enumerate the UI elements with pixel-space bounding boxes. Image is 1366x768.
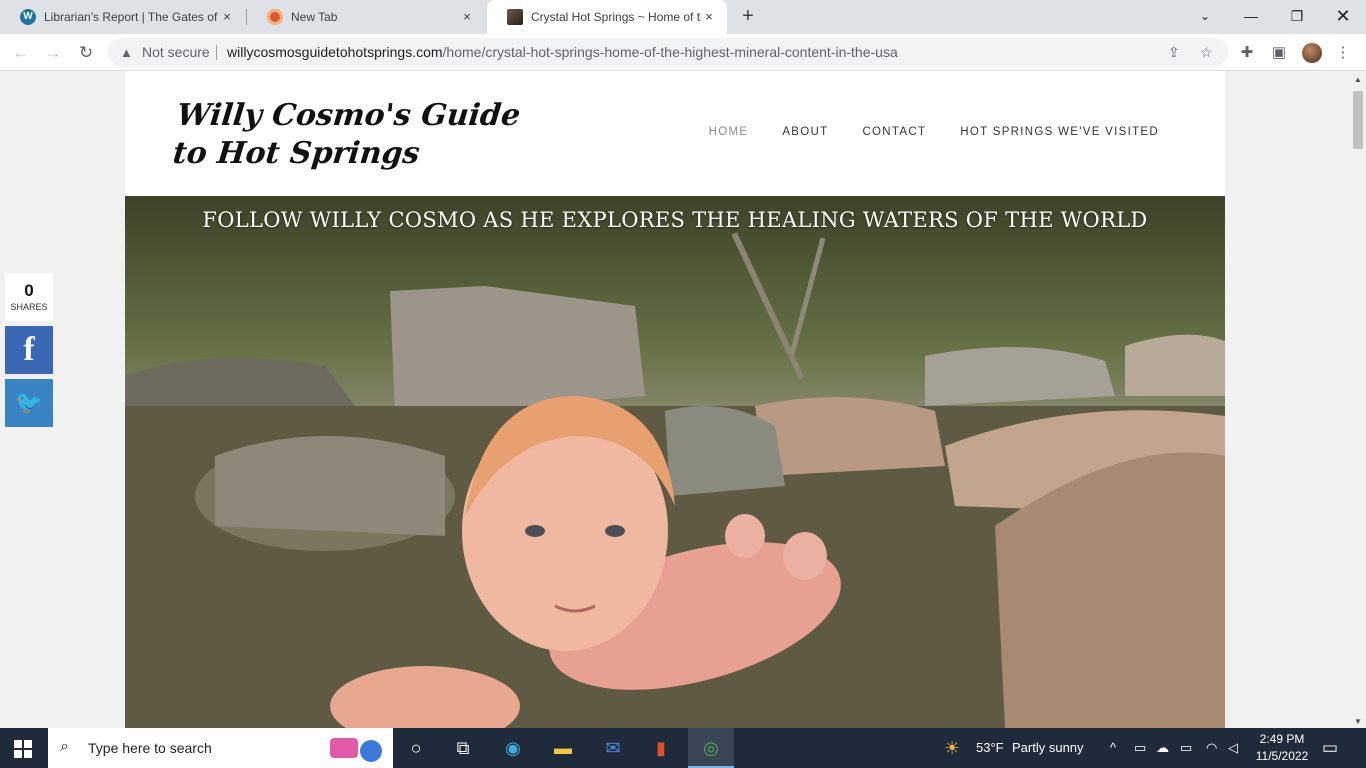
clock-date: 11/5/2022 <box>1255 749 1309 763</box>
tab-strip: W Librarian's Report | The Gates of I × … <box>0 0 1366 34</box>
wordpress-icon: W <box>20 9 36 25</box>
site-title[interactable]: Willy Cosmo's Guide to Hot Springs <box>171 97 529 173</box>
url-text[interactable]: willycosmosguidetohotsprings.com/home/cr… <box>227 38 898 67</box>
close-tab-icon[interactable]: × <box>219 9 235 25</box>
new-tab-button[interactable]: + <box>737 6 759 28</box>
site-header: Willy Cosmo's Guide to Hot Springs HOME … <box>125 71 1225 196</box>
tab-search-icon[interactable]: ⌄ <box>1182 0 1228 32</box>
system-clock[interactable]: 2:49 PM 11/5/2022 <box>1252 731 1312 765</box>
profile-avatar[interactable] <box>1302 43 1322 63</box>
twitter-bird-icon: 🐦 <box>15 390 43 415</box>
onedrive-icon[interactable]: ☁ <box>1156 728 1169 768</box>
tab-title: Crystal Hot Springs ~ Home of th <box>531 10 701 24</box>
battery-icon[interactable]: ▭ <box>1180 728 1192 768</box>
share-count-label: SHARES <box>10 302 48 312</box>
hero-tagline: FOLLOW WILLY COSMO AS HE EXPLORES THE HE… <box>202 208 1148 232</box>
weather-icon[interactable]: ☀ <box>944 728 960 768</box>
notifications-icon[interactable]: ▭ <box>1322 738 1338 758</box>
volume-icon[interactable]: ◁ <box>1228 728 1238 768</box>
windows-start-icon[interactable] <box>14 740 32 758</box>
url-path: /home/crystal-hot-springs-home-of-the-hi… <box>442 44 898 60</box>
more-menu-icon[interactable]: ⋮ <box>1332 42 1354 64</box>
menu-item-about[interactable]: ABOUT <box>782 126 828 138</box>
share-count: 0 SHARES <box>5 273 53 321</box>
share-page-icon[interactable]: ⇪ <box>1168 38 1180 67</box>
side-panel-icon[interactable]: ▣ <box>1268 42 1290 64</box>
minimize-icon[interactable]: — <box>1228 0 1274 32</box>
warning-icon[interactable]: ▲ <box>120 38 133 67</box>
bookmark-star-icon[interactable]: ☆ <box>1200 38 1213 67</box>
security-label[interactable]: Not secure <box>142 38 210 67</box>
scrollbar-thumb[interactable] <box>1353 91 1363 149</box>
close-tab-icon[interactable]: × <box>701 9 717 25</box>
hero-photo-baby-in-river <box>125 232 1225 728</box>
address-bar[interactable]: ▲ Not secure willycosmosguidetohotspring… <box>108 38 1228 67</box>
forward-arrow-icon[interactable]: → <box>40 40 66 66</box>
search-highlight-icon <box>330 738 358 758</box>
mail-icon[interactable]: ✉ <box>590 728 636 768</box>
chrome-icon[interactable]: ◎ <box>688 728 734 768</box>
reload-icon[interactable]: ↻ <box>73 40 99 66</box>
scroll-down-arrow-icon[interactable]: ▼ <box>1354 717 1362 726</box>
search-highlight-ball-icon <box>360 740 382 762</box>
menu-item-contact[interactable]: CONTACT <box>862 126 926 138</box>
meet-now-icon[interactable]: ▭ <box>1134 728 1146 768</box>
wifi-icon[interactable]: ◠ <box>1206 728 1217 768</box>
cortana-icon[interactable]: ○ <box>393 728 439 768</box>
menu-item-hot-springs-visited[interactable]: HOT SPRINGS WE'VE VISITED <box>960 126 1159 138</box>
tab-title: New Tab <box>291 10 338 24</box>
page-viewport: Willy Cosmo's Guide to Hot Springs HOME … <box>0 71 1350 728</box>
windows-taskbar: ⌕ Type here to search ○ ⧉ ◉ ▬ ✉ ▮ ◎ ☀ 53… <box>0 728 1366 768</box>
facebook-share-button[interactable]: f <box>5 326 53 374</box>
file-explorer-icon[interactable]: ▬ <box>540 728 586 768</box>
hero-image: FOLLOW WILLY COSMO AS HE EXPLORES THE HE… <box>125 196 1225 728</box>
twitter-share-button[interactable]: 🐦 <box>5 379 53 427</box>
url-host: willycosmosguidetohotsprings.com <box>227 44 443 60</box>
task-view-icon[interactable]: ⧉ <box>440 728 486 768</box>
share-count-number: 0 <box>24 281 34 300</box>
main-menu: HOME ABOUT CONTACT HOT SPRINGS WE'VE VIS… <box>709 126 1159 138</box>
tab-crystal-hot-springs[interactable]: Crystal Hot Springs ~ Home of th × <box>487 0 727 34</box>
menu-item-home[interactable]: HOME <box>709 126 749 138</box>
restore-icon[interactable]: ❐ <box>1274 0 1320 32</box>
facebook-icon: f <box>23 331 35 368</box>
search-placeholder: Type here to search <box>88 740 212 756</box>
office-icon[interactable]: ▮ <box>638 728 684 768</box>
tab-title: Librarian's Report | The Gates of I <box>44 10 219 24</box>
divider <box>216 45 217 60</box>
back-arrow-icon[interactable]: ← <box>8 40 34 66</box>
site-favicon-icon <box>507 9 523 25</box>
tab-new-tab[interactable]: New Tab × <box>247 0 485 34</box>
taskbar-search-box[interactable]: ⌕ Type here to search <box>48 728 393 768</box>
weather-temperature[interactable]: 53°F <box>976 728 1004 768</box>
tab-librarians-report[interactable]: W Librarian's Report | The Gates of I × <box>0 0 245 34</box>
edge-browser-icon[interactable]: ◉ <box>490 728 536 768</box>
duckduckgo-icon <box>267 9 283 25</box>
page-scrollbar[interactable]: ▲ ▼ <box>1350 71 1366 728</box>
extensions-puzzle-icon[interactable]: ✚ <box>1236 42 1258 64</box>
scroll-up-arrow-icon[interactable]: ▲ <box>1354 75 1362 84</box>
clock-time: 2:49 PM <box>1259 732 1305 746</box>
close-window-icon[interactable]: ✕ <box>1320 0 1366 32</box>
close-tab-icon[interactable]: × <box>459 9 475 25</box>
show-hidden-icons-icon[interactable]: ^ <box>1110 728 1116 768</box>
weather-condition[interactable]: Partly sunny <box>1012 728 1084 768</box>
browser-toolbar: ← → ↻ ▲ Not secure willycosmosguidetohot… <box>0 34 1366 71</box>
search-icon: ⌕ <box>60 738 69 755</box>
